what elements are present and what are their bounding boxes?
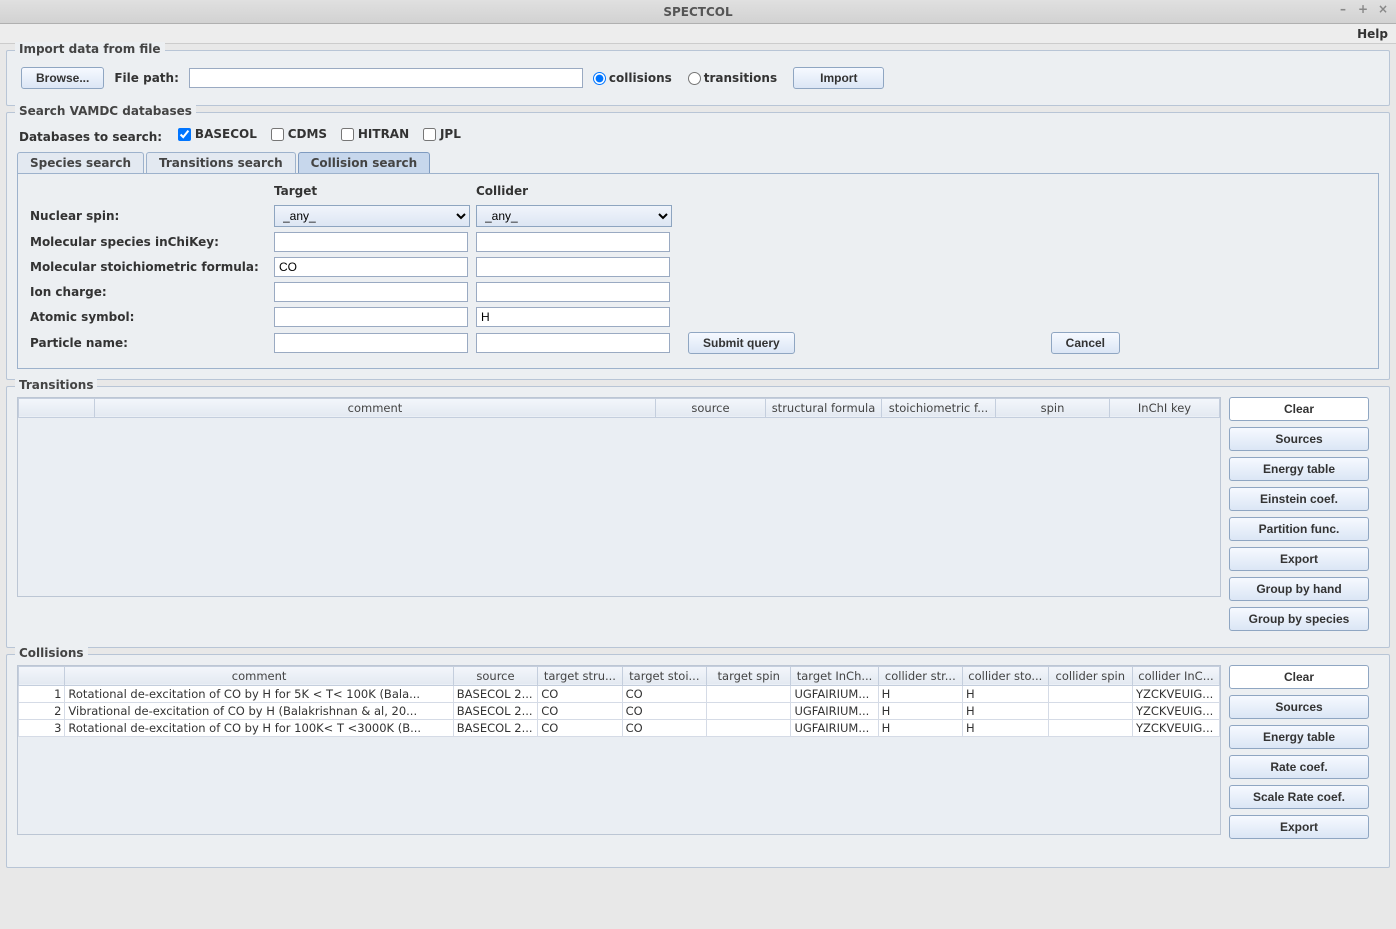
label-nuclear-spin: Nuclear spin: [30,209,270,223]
collider-ioncharge-input[interactable] [476,282,670,302]
checkbox-cdms[interactable]: CDMS [271,127,327,141]
transitions-export-button[interactable]: Export [1229,547,1369,571]
checkbox-jpl[interactable]: JPL [423,127,461,141]
transitions-sources-button[interactable]: Sources [1229,427,1369,451]
cancel-button[interactable]: Cancel [1051,332,1120,354]
collider-particle-input[interactable] [476,333,670,353]
transitions-groupbyspecies-button[interactable]: Group by species [1229,607,1369,631]
transitions-clear-button[interactable]: Clear [1229,397,1369,421]
tab-species-search[interactable]: Species search [17,152,144,173]
import-button[interactable]: Import [793,67,884,89]
collider-inchikey-input[interactable] [476,232,670,252]
checkbox-basecol[interactable]: BASECOL [178,127,257,141]
target-formula-input[interactable] [274,257,468,277]
transitions-groupbyhand-button[interactable]: Group by hand [1229,577,1369,601]
filepath-input[interactable] [189,68,583,88]
legend-search: Search VAMDC databases [15,104,196,118]
collider-atomic-input[interactable] [476,307,670,327]
label-formula: Molecular stoichiometric formula: [30,260,270,274]
collisions-export-button[interactable]: Export [1229,815,1369,839]
collider-formula-input[interactable] [476,257,670,277]
label-inchikey: Molecular species inChiKey: [30,235,270,249]
transitions-energytable-button[interactable]: Energy table [1229,457,1369,481]
submit-query-button[interactable]: Submit query [688,332,795,354]
target-particle-input[interactable] [274,333,468,353]
table-row[interactable]: 2Vibrational de-excitation of CO by H (B… [19,702,1220,719]
collider-nuclear-spin-select[interactable]: _any_ [476,205,672,227]
legend-import: Import data from file [15,42,165,56]
group-import: Import data from file Browse... File pat… [6,50,1390,106]
target-nuclear-spin-select[interactable]: _any_ [274,205,470,227]
collisions-table[interactable]: comment source target stru... target sto… [17,665,1221,835]
close-icon[interactable]: × [1376,2,1390,16]
collisions-sources-button[interactable]: Sources [1229,695,1369,719]
transitions-table[interactable]: comment source structural formula stoich… [17,397,1221,597]
table-row[interactable]: 1Rotational de-excitation of CO by H for… [19,685,1220,702]
collisions-scalerate-button[interactable]: Scale Rate coef. [1229,785,1369,809]
label-ion-charge: Ion charge: [30,285,270,299]
col-collider-header: Collider [476,184,674,200]
label-atomic-symbol: Atomic symbol: [30,310,270,324]
group-collisions: Collisions comment source target stru...… [6,654,1390,868]
checkbox-hitran[interactable]: HITRAN [341,127,409,141]
radio-collisions[interactable]: collisions [593,71,672,85]
window-title: SPECTCOL [663,5,732,19]
target-inchikey-input[interactable] [274,232,468,252]
tab-collision-search[interactable]: Collision search [298,152,431,173]
collisions-ratecoef-button[interactable]: Rate coef. [1229,755,1369,779]
browse-button[interactable]: Browse... [21,67,104,89]
tab-transitions-search[interactable]: Transitions search [146,152,296,173]
titlebar: SPECTCOL – + × [0,0,1396,24]
menubar: Help [0,24,1396,44]
label-particle-name: Particle name: [30,336,270,350]
group-transitions: Transitions comment source structural fo… [6,386,1390,648]
minimize-icon[interactable]: – [1336,2,1350,16]
transitions-einstein-button[interactable]: Einstein coef. [1229,487,1369,511]
tabpanel-collision: Target Collider Nuclear spin: _any_ _any… [17,173,1379,369]
collisions-energytable-button[interactable]: Energy table [1229,725,1369,749]
databases-label: Databases to search: [19,130,162,144]
maximize-icon[interactable]: + [1356,2,1370,16]
target-ioncharge-input[interactable] [274,282,468,302]
collisions-buttons: Clear Sources Energy table Rate coef. Sc… [1229,665,1379,845]
filepath-label: File path: [114,71,179,85]
menu-help[interactable]: Help [1357,27,1388,41]
collisions-clear-button[interactable]: Clear [1229,665,1369,689]
radio-transitions[interactable]: transitions [688,71,777,85]
legend-collisions: Collisions [15,646,88,660]
transitions-buttons: Clear Sources Energy table Einstein coef… [1229,397,1379,637]
group-search: Search VAMDC databases Databases to sear… [6,112,1390,380]
col-target-header: Target [274,184,472,200]
transitions-partition-button[interactable]: Partition func. [1229,517,1369,541]
legend-transitions: Transitions [15,378,97,392]
table-row[interactable]: 3Rotational de-excitation of CO by H for… [19,719,1220,736]
target-atomic-input[interactable] [274,307,468,327]
